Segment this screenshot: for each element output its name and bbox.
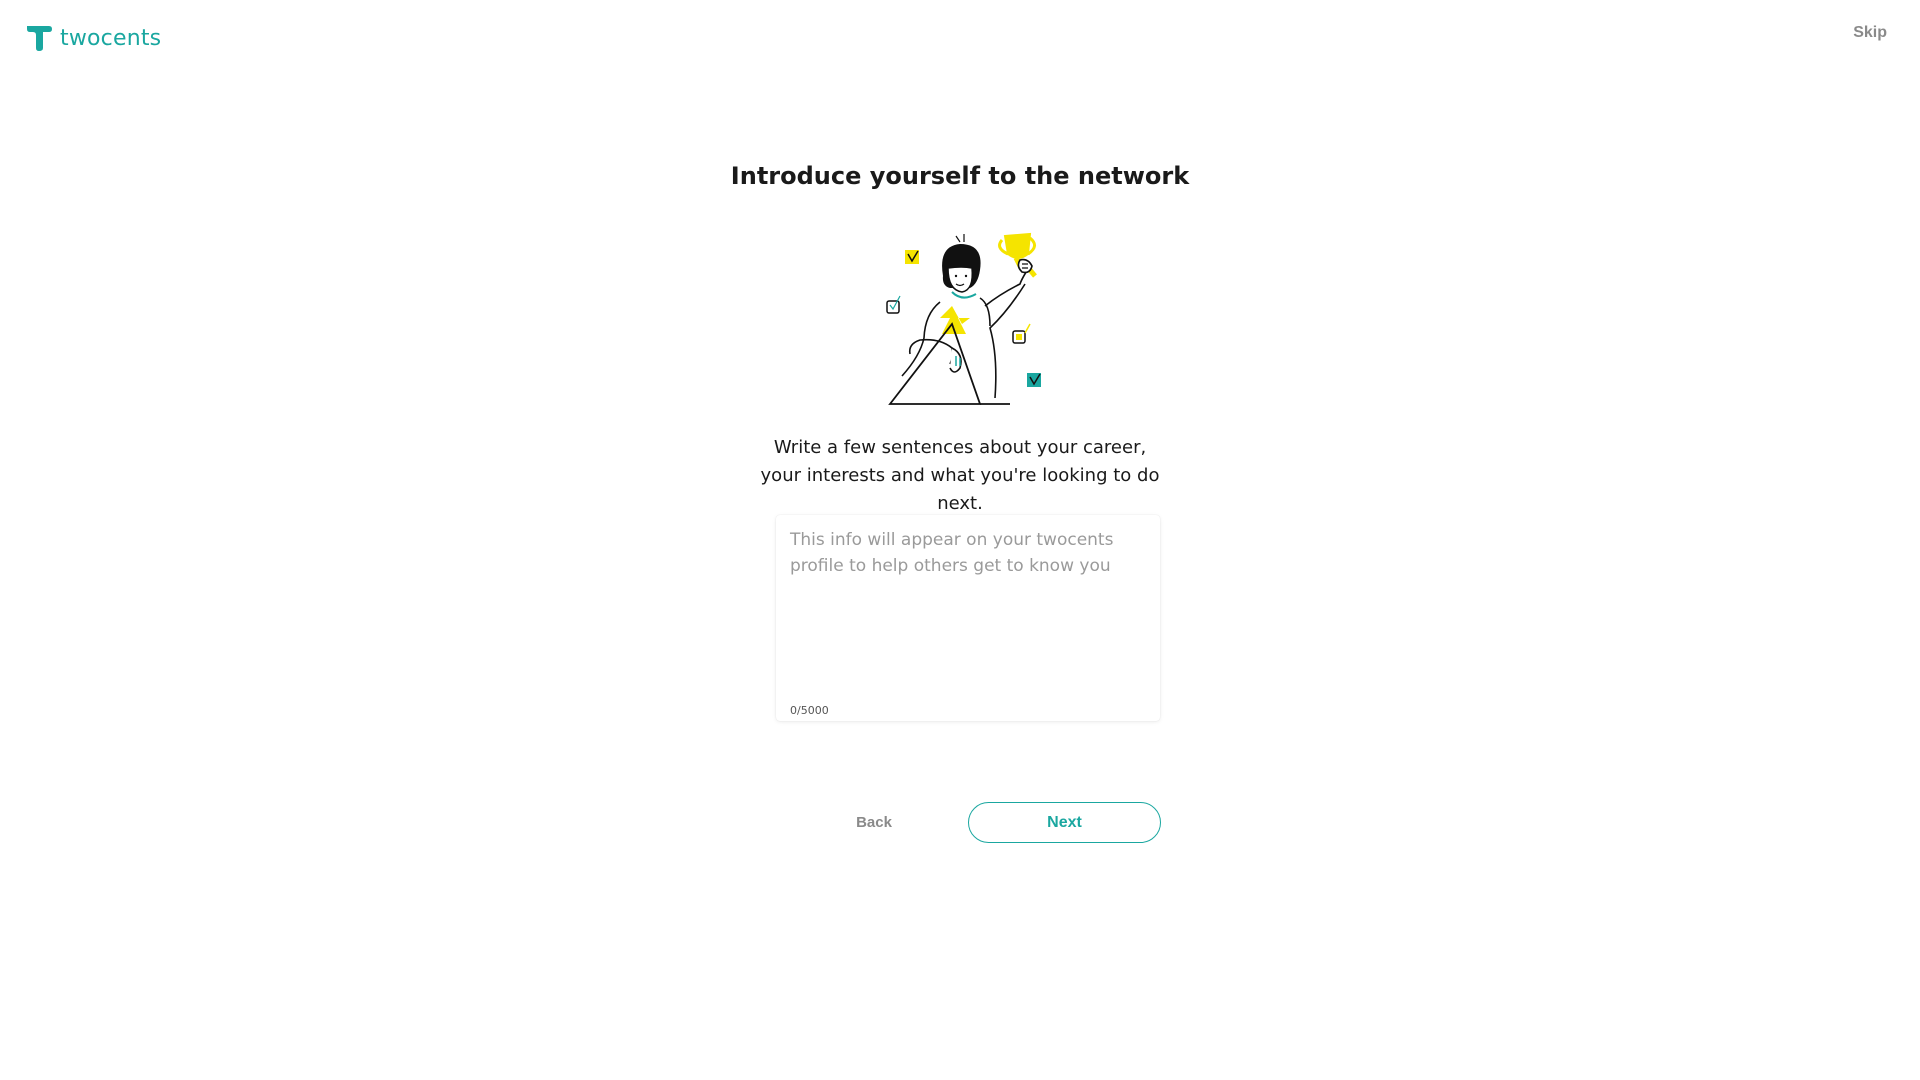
character-counter: 0/5000 — [790, 704, 829, 717]
checkbox-icon — [886, 300, 900, 314]
back-button[interactable]: Back — [826, 802, 922, 842]
bio-textarea[interactable] — [776, 515, 1160, 685]
onboarding-main: Introduce yourself to the network Write … — [0, 0, 1920, 1080]
bio-field-container: 0/5000 — [776, 515, 1160, 721]
page-title: Introduce yourself to the network — [730, 162, 1190, 190]
next-button[interactable]: Next — [968, 802, 1161, 843]
person-holding-trophy-illustration — [886, 232, 1041, 405]
instructions-text: Write a few sentences about your career,… — [760, 437, 1160, 514]
